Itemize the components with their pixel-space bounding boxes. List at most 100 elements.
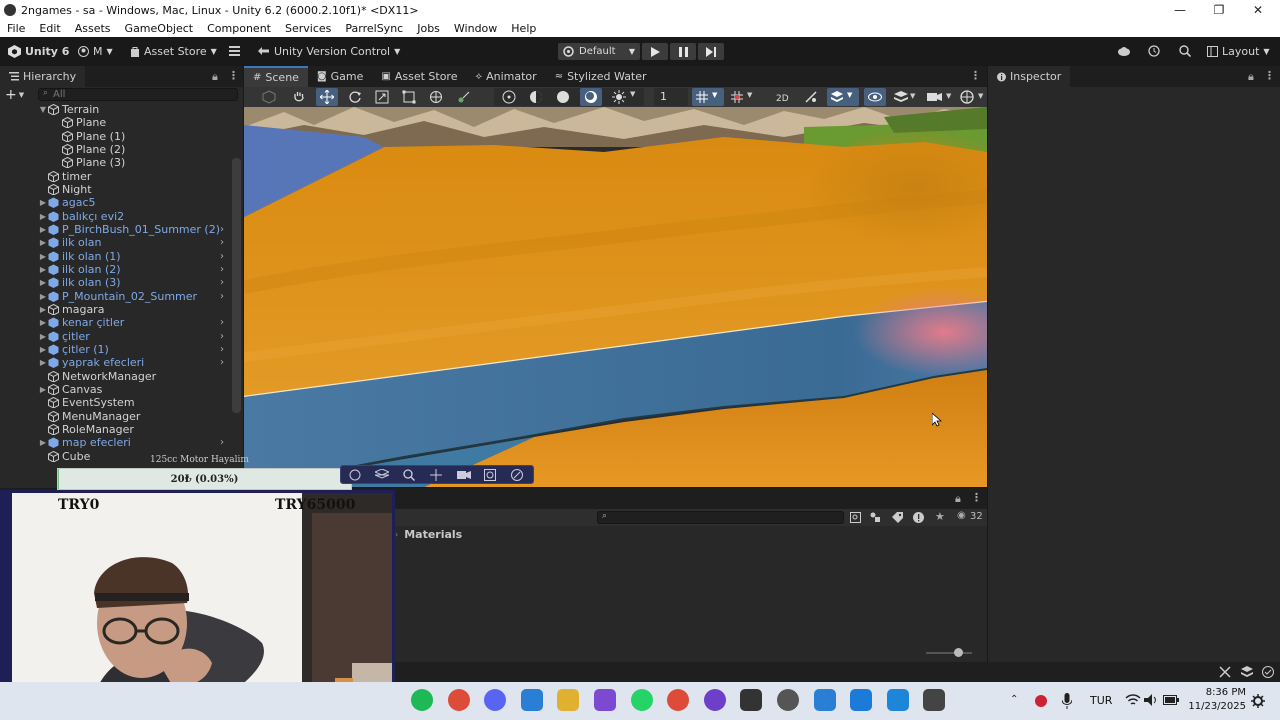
global-local-icon[interactable] — [529, 90, 543, 104]
transform-tool-icon[interactable] — [429, 90, 443, 104]
materials-folder-row[interactable]: › Materials — [395, 527, 595, 542]
hierarchy-item[interactable]: ▶ P_BirchBush_01_Summer (2) › — [0, 223, 224, 236]
menu-edit[interactable]: Edit — [32, 22, 67, 35]
menu-gameobject[interactable]: GameObject — [118, 22, 201, 35]
open-prefab-chevron-icon[interactable]: › — [220, 357, 224, 368]
settings-gear-icon[interactable] — [1251, 694, 1265, 708]
hierarchy-item[interactable]: ▶ ilk olan › — [0, 236, 224, 249]
open-prefab-chevron-icon[interactable]: › — [220, 437, 224, 448]
hierarchy-search-input[interactable]: ⌕ All — [38, 88, 238, 101]
files-icon[interactable] — [557, 689, 580, 711]
shaded-sphere-icon[interactable] — [556, 90, 570, 104]
hierarchy-item[interactable]: Cube — [0, 450, 90, 463]
vscode-icon[interactable] — [886, 689, 909, 711]
obsidian-icon[interactable] — [594, 689, 616, 711]
visibility-button[interactable] — [864, 88, 886, 106]
menu-window[interactable]: Window — [447, 22, 504, 35]
eye-slash-icon[interactable]: ◉ — [957, 510, 966, 521]
tab-asset-store[interactable]: ▣ Asset Store — [372, 66, 466, 87]
cloud-button[interactable] — [1117, 46, 1131, 56]
shield-icon[interactable] — [850, 689, 873, 711]
hand-tool-icon[interactable] — [292, 90, 306, 104]
project-search-input[interactable]: ⌕ — [597, 511, 844, 524]
menu-jobs[interactable]: Jobs — [410, 22, 447, 35]
chrome-icon[interactable] — [667, 689, 690, 711]
open-prefab-chevron-icon[interactable]: › — [220, 291, 224, 302]
hierarchy-item[interactable]: ▶ ilk olan (2) › — [0, 263, 224, 276]
scene-viewport[interactable] — [244, 107, 987, 487]
open-prefab-chevron-icon[interactable]: › — [220, 237, 224, 248]
expand-right-icon[interactable]: ▶ — [38, 292, 48, 301]
lit-mode-button[interactable] — [580, 88, 602, 106]
step-button[interactable] — [698, 43, 724, 60]
hierarchy-item[interactable]: ▶ yaprak efecleri › — [0, 356, 224, 369]
kebab-menu-icon[interactable]: ⋮ — [970, 69, 981, 82]
hierarchy-item[interactable]: ▶ Canvas — [0, 383, 102, 396]
kebab-menu-icon[interactable]: ⋮ — [971, 491, 982, 504]
warning-icon[interactable] — [913, 512, 924, 523]
expand-right-icon[interactable]: ▶ — [38, 318, 48, 327]
hierarchy-item[interactable]: ▶ balıkçı evi2 — [0, 210, 124, 223]
close-button[interactable]: ✕ — [1238, 0, 1278, 20]
expand-right-icon[interactable]: ▶ — [38, 225, 48, 234]
add-icon[interactable]: + — [5, 87, 17, 103]
chrome-icon[interactable] — [447, 689, 470, 711]
unity-icon[interactable] — [923, 689, 946, 711]
github-icon[interactable] — [703, 689, 726, 711]
speaker-icon[interactable] — [1144, 694, 1158, 706]
expand-right-icon[interactable]: ▶ — [38, 198, 48, 207]
lock-icon[interactable]: 🔒︎ — [212, 70, 218, 84]
zoom-slider[interactable] — [926, 648, 972, 657]
menu-component[interactable]: Component — [200, 22, 278, 35]
hierarchy-item[interactable]: NetworkManager — [0, 370, 156, 383]
render-mode-icon[interactable] — [484, 469, 496, 481]
chevron-down-icon[interactable]: ▼ — [630, 90, 635, 98]
account-dropdown[interactable]: M ▼ — [78, 45, 113, 58]
move-tool-button[interactable] — [316, 88, 338, 106]
lock-icon[interactable]: 🔒︎ — [955, 492, 961, 506]
grid-toggle-button[interactable]: ▼ — [692, 88, 724, 106]
wifi-icon[interactable] — [1125, 694, 1141, 706]
hierarchy-item[interactable]: Night — [0, 183, 92, 196]
stack-layers-icon[interactable] — [894, 91, 908, 103]
tab-stylized-water[interactable]: ≈ Stylized Water — [546, 66, 656, 87]
play-button[interactable] — [642, 43, 668, 60]
expand-right-icon[interactable]: ▶ — [38, 358, 48, 367]
hierarchy-item[interactable]: ▶ magara — [0, 303, 105, 316]
clock-date[interactable]: 11/23/2025 — [1185, 701, 1246, 712]
hierarchy-item[interactable]: ▶ agac5 — [0, 196, 96, 209]
orbit-icon[interactable] — [349, 469, 361, 481]
hierarchy-item[interactable]: MenuManager — [0, 410, 140, 423]
expand-right-icon[interactable]: ▶ — [38, 438, 48, 447]
hierarchy-item[interactable]: ▶ map efecleri › — [0, 436, 224, 449]
hierarchy-item[interactable]: timer — [0, 170, 91, 183]
star-icon[interactable]: ★ — [935, 510, 945, 523]
tab-hierarchy[interactable]: Hierarchy — [0, 66, 86, 87]
tag-icon[interactable] — [892, 512, 903, 523]
build-profile-dropdown[interactable]: Default ▼ — [558, 43, 640, 60]
expand-right-icon[interactable]: ▶ — [38, 252, 48, 261]
menu-parrelsync[interactable]: ParrelSync — [338, 22, 410, 35]
check-circle-icon[interactable] — [1262, 666, 1274, 678]
debug-icon[interactable] — [1219, 666, 1231, 678]
rect-tool-icon[interactable] — [402, 90, 416, 104]
tab-inspector[interactable]: Inspector — [988, 66, 1071, 87]
unity-hub-icon[interactable] — [740, 689, 763, 711]
hierarchy-item[interactable]: ▼ Terrain — [0, 103, 99, 116]
language-indicator[interactable]: TUR — [1090, 694, 1112, 707]
tab-animator[interactable]: ⟡ Animator — [466, 66, 545, 87]
menu-assets[interactable]: Assets — [68, 22, 118, 35]
expand-right-icon[interactable]: ▶ — [38, 332, 48, 341]
whatsapp-icon[interactable] — [630, 689, 653, 711]
tray-app-icon[interactable] — [1034, 694, 1050, 708]
menu-file[interactable]: File — [0, 22, 32, 35]
expand-right-icon[interactable]: ▶ — [38, 305, 48, 314]
open-prefab-chevron-icon[interactable]: › — [220, 277, 224, 288]
custom-tool-icon[interactable] — [457, 90, 471, 104]
expand-down-icon[interactable]: ▼ — [38, 105, 48, 114]
layers-icon[interactable] — [1241, 666, 1253, 678]
expand-right-icon[interactable]: ▶ — [38, 265, 48, 274]
effects-icon[interactable] — [612, 90, 626, 104]
hierarchy-item[interactable]: ▶ kenar çitler › — [0, 316, 224, 329]
search-button[interactable] — [1179, 45, 1191, 57]
